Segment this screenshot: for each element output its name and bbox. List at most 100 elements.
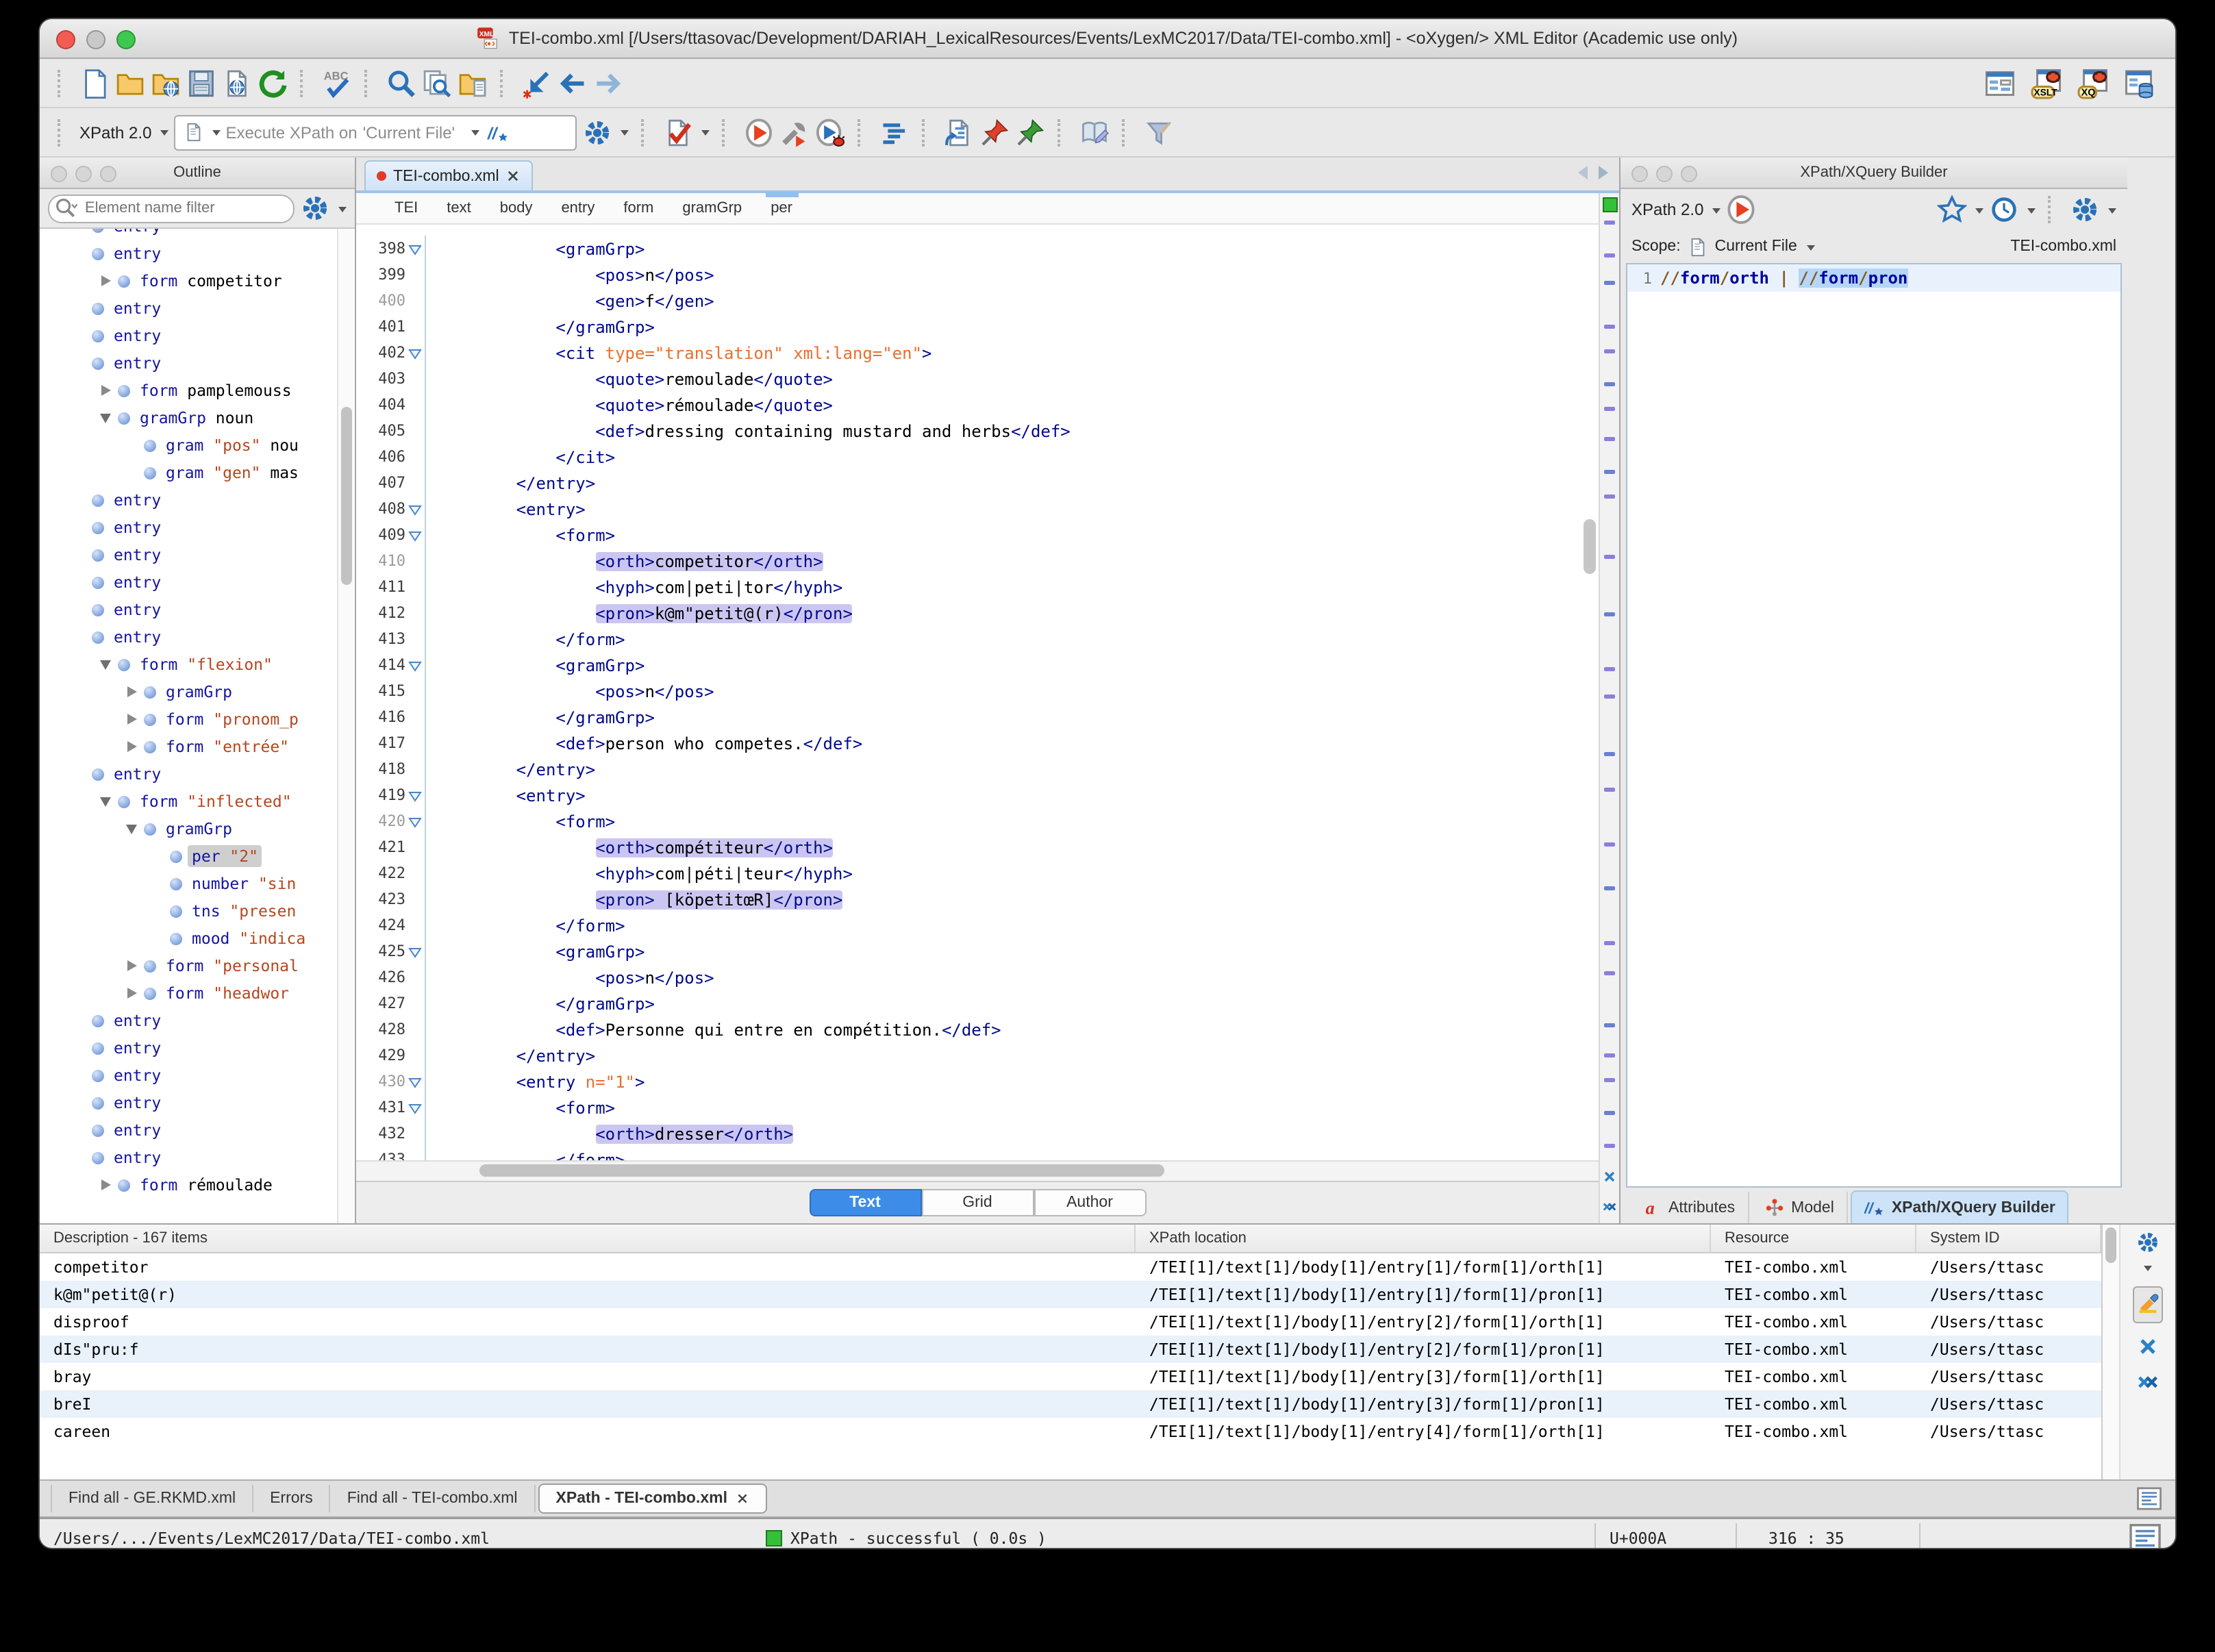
- editor-layout-icon[interactable]: [1984, 66, 2016, 99]
- view-mode-grid[interactable]: Grid: [921, 1189, 1034, 1216]
- outline-item-form[interactable]: form competitor: [40, 267, 338, 295]
- breadcrumb-item-body[interactable]: body: [497, 197, 536, 219]
- code-line-417[interactable]: 417 <def> person who competes. </def>: [356, 730, 1599, 756]
- outline-item-entry[interactable]: entry: [40, 1144, 338, 1171]
- code-line-420[interactable]: 420 <form>: [356, 808, 1599, 834]
- fold-icon[interactable]: [405, 944, 425, 958]
- result-marker[interactable]: [1604, 1053, 1615, 1057]
- result-marker[interactable]: [1604, 325, 1615, 329]
- collapse-icon[interactable]: [100, 797, 111, 806]
- result-row[interactable]: disproof/TEI[1]/text[1]/body[1]/entry[2]…: [40, 1308, 2101, 1336]
- open-folder-icon[interactable]: [115, 68, 145, 98]
- xpath-settings-gear-icon[interactable]: [581, 117, 612, 147]
- code-line-406[interactable]: 406 </cit>: [356, 444, 1599, 470]
- result-marker[interactable]: [1604, 495, 1615, 499]
- code-editor[interactable]: 398 <gramGrp> 399 <pos> n </pos> 400 <gen> f <…: [356, 225, 1599, 1160]
- result-marker[interactable]: [1604, 470, 1615, 474]
- code-line-419[interactable]: 419 <entry>: [356, 782, 1599, 808]
- fold-icon[interactable]: [405, 1101, 425, 1114]
- outline-item-entry[interactable]: entry: [40, 760, 338, 788]
- outline-settings-gear-icon[interactable]: [300, 193, 330, 223]
- apply-transformation-icon[interactable]: [743, 117, 773, 147]
- view-mode-text[interactable]: Text: [809, 1189, 921, 1216]
- code-line-412[interactable]: 412 <pron>k@m"petit@(r)</pron>: [356, 600, 1599, 626]
- outline-item-entry[interactable]: entry: [40, 322, 338, 349]
- result-marker[interactable]: [1604, 221, 1615, 225]
- result-marker[interactable]: [1604, 667, 1615, 671]
- expand-icon[interactable]: [127, 988, 136, 999]
- code-line-403[interactable]: 403 <quote> remoulade </quote>: [356, 366, 1599, 392]
- find-in-files-icon[interactable]: [422, 68, 452, 98]
- breadcrumb-item-entry[interactable]: entry: [558, 197, 597, 219]
- fold-icon[interactable]: [405, 346, 425, 360]
- result-row[interactable]: bray/TEI[1]/text[1]/body[1]/entry[3]/for…: [40, 1363, 2101, 1390]
- fold-icon[interactable]: [405, 658, 425, 672]
- result-marker[interactable]: [1604, 1144, 1615, 1148]
- pin-red-icon[interactable]: [979, 117, 1009, 147]
- outline-scrollbar[interactable]: [337, 229, 353, 1223]
- code-line-432[interactable]: 432 <orth>dresser</orth>: [356, 1121, 1599, 1147]
- results-scrollbar[interactable]: [2103, 1225, 2120, 1479]
- outline-item-entry[interactable]: entry: [40, 514, 338, 541]
- builder-settings-gear-icon[interactable]: [2070, 195, 2100, 225]
- code-line-421[interactable]: 421 <orth>compétiteur</orth>: [356, 834, 1599, 860]
- result-marker[interactable]: [1604, 437, 1615, 441]
- outline-item-entry[interactable]: entry: [40, 1034, 338, 1062]
- outline-item-gramGrp[interactable]: gramGrp noun: [40, 404, 338, 431]
- outline-item-form[interactable]: form "personal: [40, 952, 338, 979]
- fold-icon[interactable]: [405, 1075, 425, 1088]
- format-indent-icon[interactable]: [943, 117, 973, 147]
- outline-item-form[interactable]: form "inflected": [40, 788, 338, 815]
- code-line-411[interactable]: 411 <hyph> com|peti|tor </hyph>: [356, 574, 1599, 600]
- validate-document-icon[interactable]: [662, 117, 692, 147]
- result-row[interactable]: dIs"pru:f/TEI[1]/text[1]/body[1]/entry[2…: [40, 1336, 2101, 1363]
- result-row[interactable]: careen/TEI[1]/text[1]/body[1]/entry[4]/f…: [40, 1418, 2101, 1445]
- jump-last-edit-icon[interactable]: [522, 68, 552, 98]
- result-marker[interactable]: [1604, 842, 1615, 847]
- fold-icon[interactable]: [405, 502, 425, 516]
- code-line-399[interactable]: 399 <pos> n </pos>: [356, 262, 1599, 288]
- expand-icon[interactable]: [101, 1179, 110, 1190]
- xpath-expression-input[interactable]: Execute XPath on 'Current File' //: [173, 114, 577, 150]
- outline-item-entry[interactable]: entry: [40, 486, 338, 514]
- xquery-debugger-icon[interactable]: XQ: [2077, 66, 2110, 99]
- expand-icon[interactable]: [127, 741, 136, 752]
- console-icon[interactable]: [2134, 1484, 2164, 1514]
- fold-icon[interactable]: [405, 814, 425, 828]
- pin-green-icon[interactable]: [1014, 117, 1044, 147]
- find-replace-in-files-icon[interactable]: [458, 68, 488, 98]
- fold-icon[interactable]: [405, 528, 425, 542]
- expand-icon[interactable]: [101, 385, 110, 396]
- outline-item-per[interactable]: per "2": [40, 842, 338, 870]
- result-marker[interactable]: [1604, 886, 1615, 890]
- indent-blocks-icon[interactable]: [879, 117, 909, 147]
- spell-check-icon[interactable]: ABC: [322, 68, 352, 98]
- configure-transformation-icon[interactable]: [779, 117, 809, 147]
- expand-icon[interactable]: [127, 714, 136, 725]
- code-line-429[interactable]: 429 </entry>: [356, 1042, 1599, 1068]
- outline-item-entry[interactable]: entry: [40, 1007, 338, 1034]
- expand-icon[interactable]: [101, 275, 110, 286]
- collapse-icon[interactable]: [126, 824, 137, 834]
- outline-item-mood[interactable]: mood "indica: [40, 925, 338, 952]
- expand-icon[interactable]: [127, 686, 136, 697]
- code-line-430[interactable]: 430 <entry n="1" >: [356, 1068, 1599, 1094]
- breadcrumb-item-per[interactable]: per: [765, 192, 798, 219]
- result-marker[interactable]: [1604, 349, 1615, 353]
- favorites-star-icon[interactable]: [1937, 195, 1967, 225]
- tab-close-icon[interactable]: [736, 1492, 749, 1505]
- code-line-424[interactable]: 424 </form>: [356, 912, 1599, 938]
- code-line-404[interactable]: 404 <quote> rémoulade </quote>: [356, 392, 1599, 418]
- code-line-398[interactable]: 398 <gramGrp>: [356, 236, 1599, 262]
- result-marker[interactable]: [1604, 407, 1615, 411]
- outline-item-gram[interactable]: gram "pos" nou: [40, 431, 338, 459]
- code-line-410[interactable]: 410 <orth>competitor</orth>: [356, 548, 1599, 574]
- result-row[interactable]: competitor/TEI[1]/text[1]/body[1]/entry[…: [40, 1253, 2101, 1281]
- breadcrumb-item-form[interactable]: form: [621, 197, 656, 219]
- back-arrow-icon[interactable]: [558, 68, 588, 98]
- outline-item-entry[interactable]: entry: [40, 295, 338, 322]
- outline-item-gramGrp[interactable]: gramGrp: [40, 815, 338, 842]
- editor-hscrollbar[interactable]: [356, 1160, 1599, 1181]
- breadcrumb-item-TEI[interactable]: TEI: [392, 197, 421, 219]
- outline-item-tns[interactable]: tns "presen: [40, 897, 338, 925]
